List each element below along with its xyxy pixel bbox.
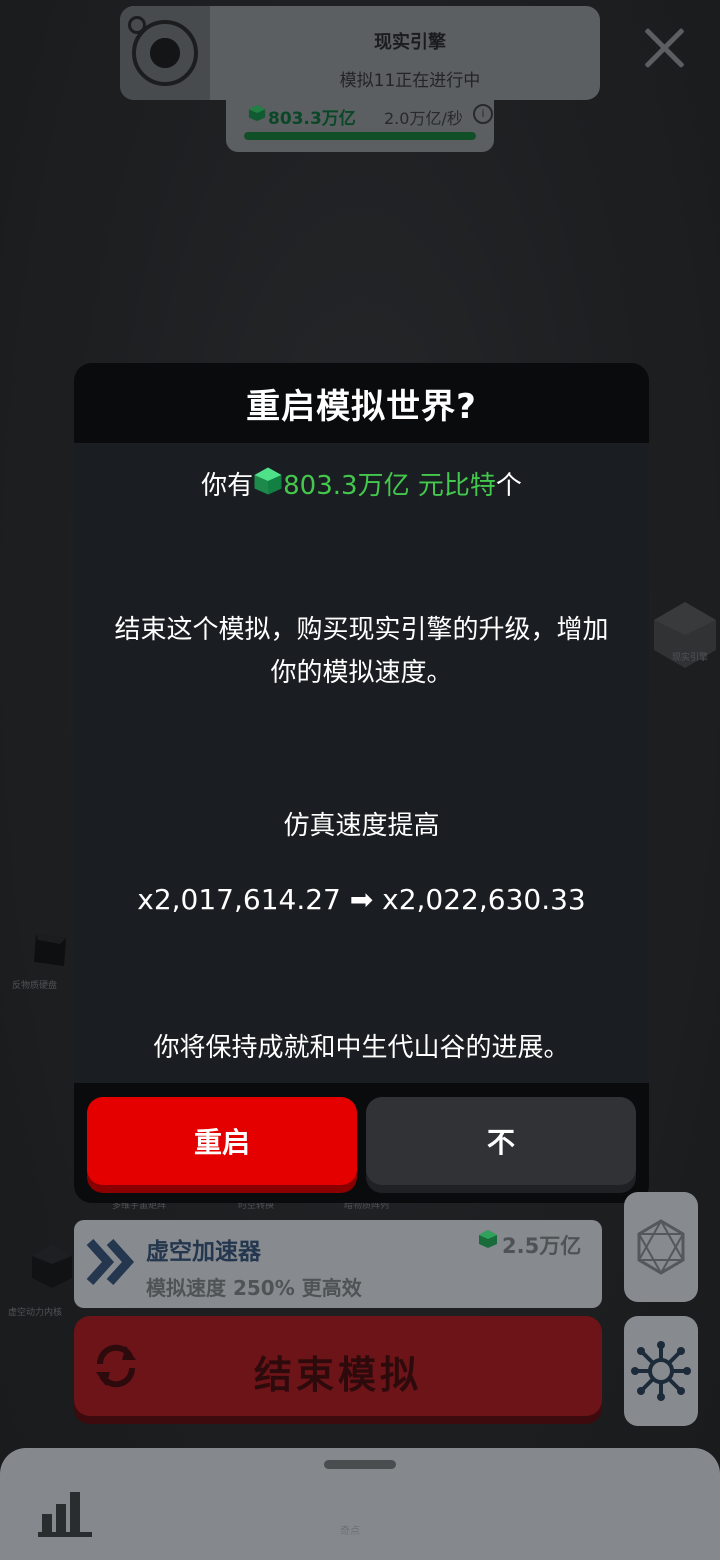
metabit-gem-icon <box>478 1228 498 1250</box>
dialog-footer: 重启 不 <box>74 1083 649 1203</box>
cancel-button[interactable]: 不 <box>366 1097 636 1185</box>
end-simulation-button[interactable]: 结束模拟 <box>74 1316 602 1416</box>
metabit-gem-icon <box>253 466 283 496</box>
dialog-description: 结束这个模拟，购买现实引擎的升级，增加你的模拟速度。 <box>114 615 609 688</box>
progress-kept-note: 你将保持成就和中生代山谷的进展。 <box>153 1033 570 1063</box>
arrow-right-icon: ➡ <box>349 883 374 916</box>
upgrade-name: 虚空加速器 <box>146 1239 261 1265</box>
bottom-sheet[interactable]: 奇点 <box>0 1448 720 1560</box>
dialog-body: 你有 803.3万亿 元比特个 结束这个模拟，购买现实引擎的升级，增加你的模拟速度… <box>74 443 649 1083</box>
balance-amount: 803.3万亿 元比特 <box>283 471 496 501</box>
network-button[interactable] <box>624 1192 698 1302</box>
balance-suffix: 个 <box>495 471 522 501</box>
stats-bar-chart-icon[interactable] <box>38 1488 94 1542</box>
upgrade-effect: 模拟速度 250% 更高效 <box>146 1276 362 1300</box>
restart-button[interactable]: 重启 <box>87 1097 357 1185</box>
upgrade-price: 2.5万亿 <box>502 1234 582 1258</box>
dialog-title: 重启模拟世界? <box>74 363 649 443</box>
upgrade-card[interactable]: 虚空加速器 模拟速度 250% 更高效 2.5万亿 <box>74 1220 602 1308</box>
balance-line: 你有 803.3万亿 元比特个 <box>74 465 649 502</box>
speed-increase-title: 仿真速度提高 <box>283 811 440 841</box>
polyhedron-icon <box>637 1219 685 1275</box>
speed-from: x2,017,614.27 <box>137 883 341 916</box>
skill-tree-button[interactable] <box>624 1316 698 1426</box>
neural-node-icon <box>631 1341 691 1401</box>
speed-to: x2,022,630.33 <box>382 883 586 916</box>
balance-prefix: 你有 <box>201 471 254 501</box>
restart-dialog: 重启模拟世界? 你有 803.3万亿 元比特个 结束这个模拟，购买现实引擎的升级，… <box>74 363 649 1203</box>
bottom-sheet-label: 奇点 <box>340 1526 360 1537</box>
double-chevron-icon <box>82 1234 138 1294</box>
speed-values: x2,017,614.27 ➡ x2,022,630.33 <box>74 883 649 916</box>
end-simulation-label: 结束模拟 <box>253 1353 422 1397</box>
drag-handle[interactable] <box>324 1460 396 1469</box>
